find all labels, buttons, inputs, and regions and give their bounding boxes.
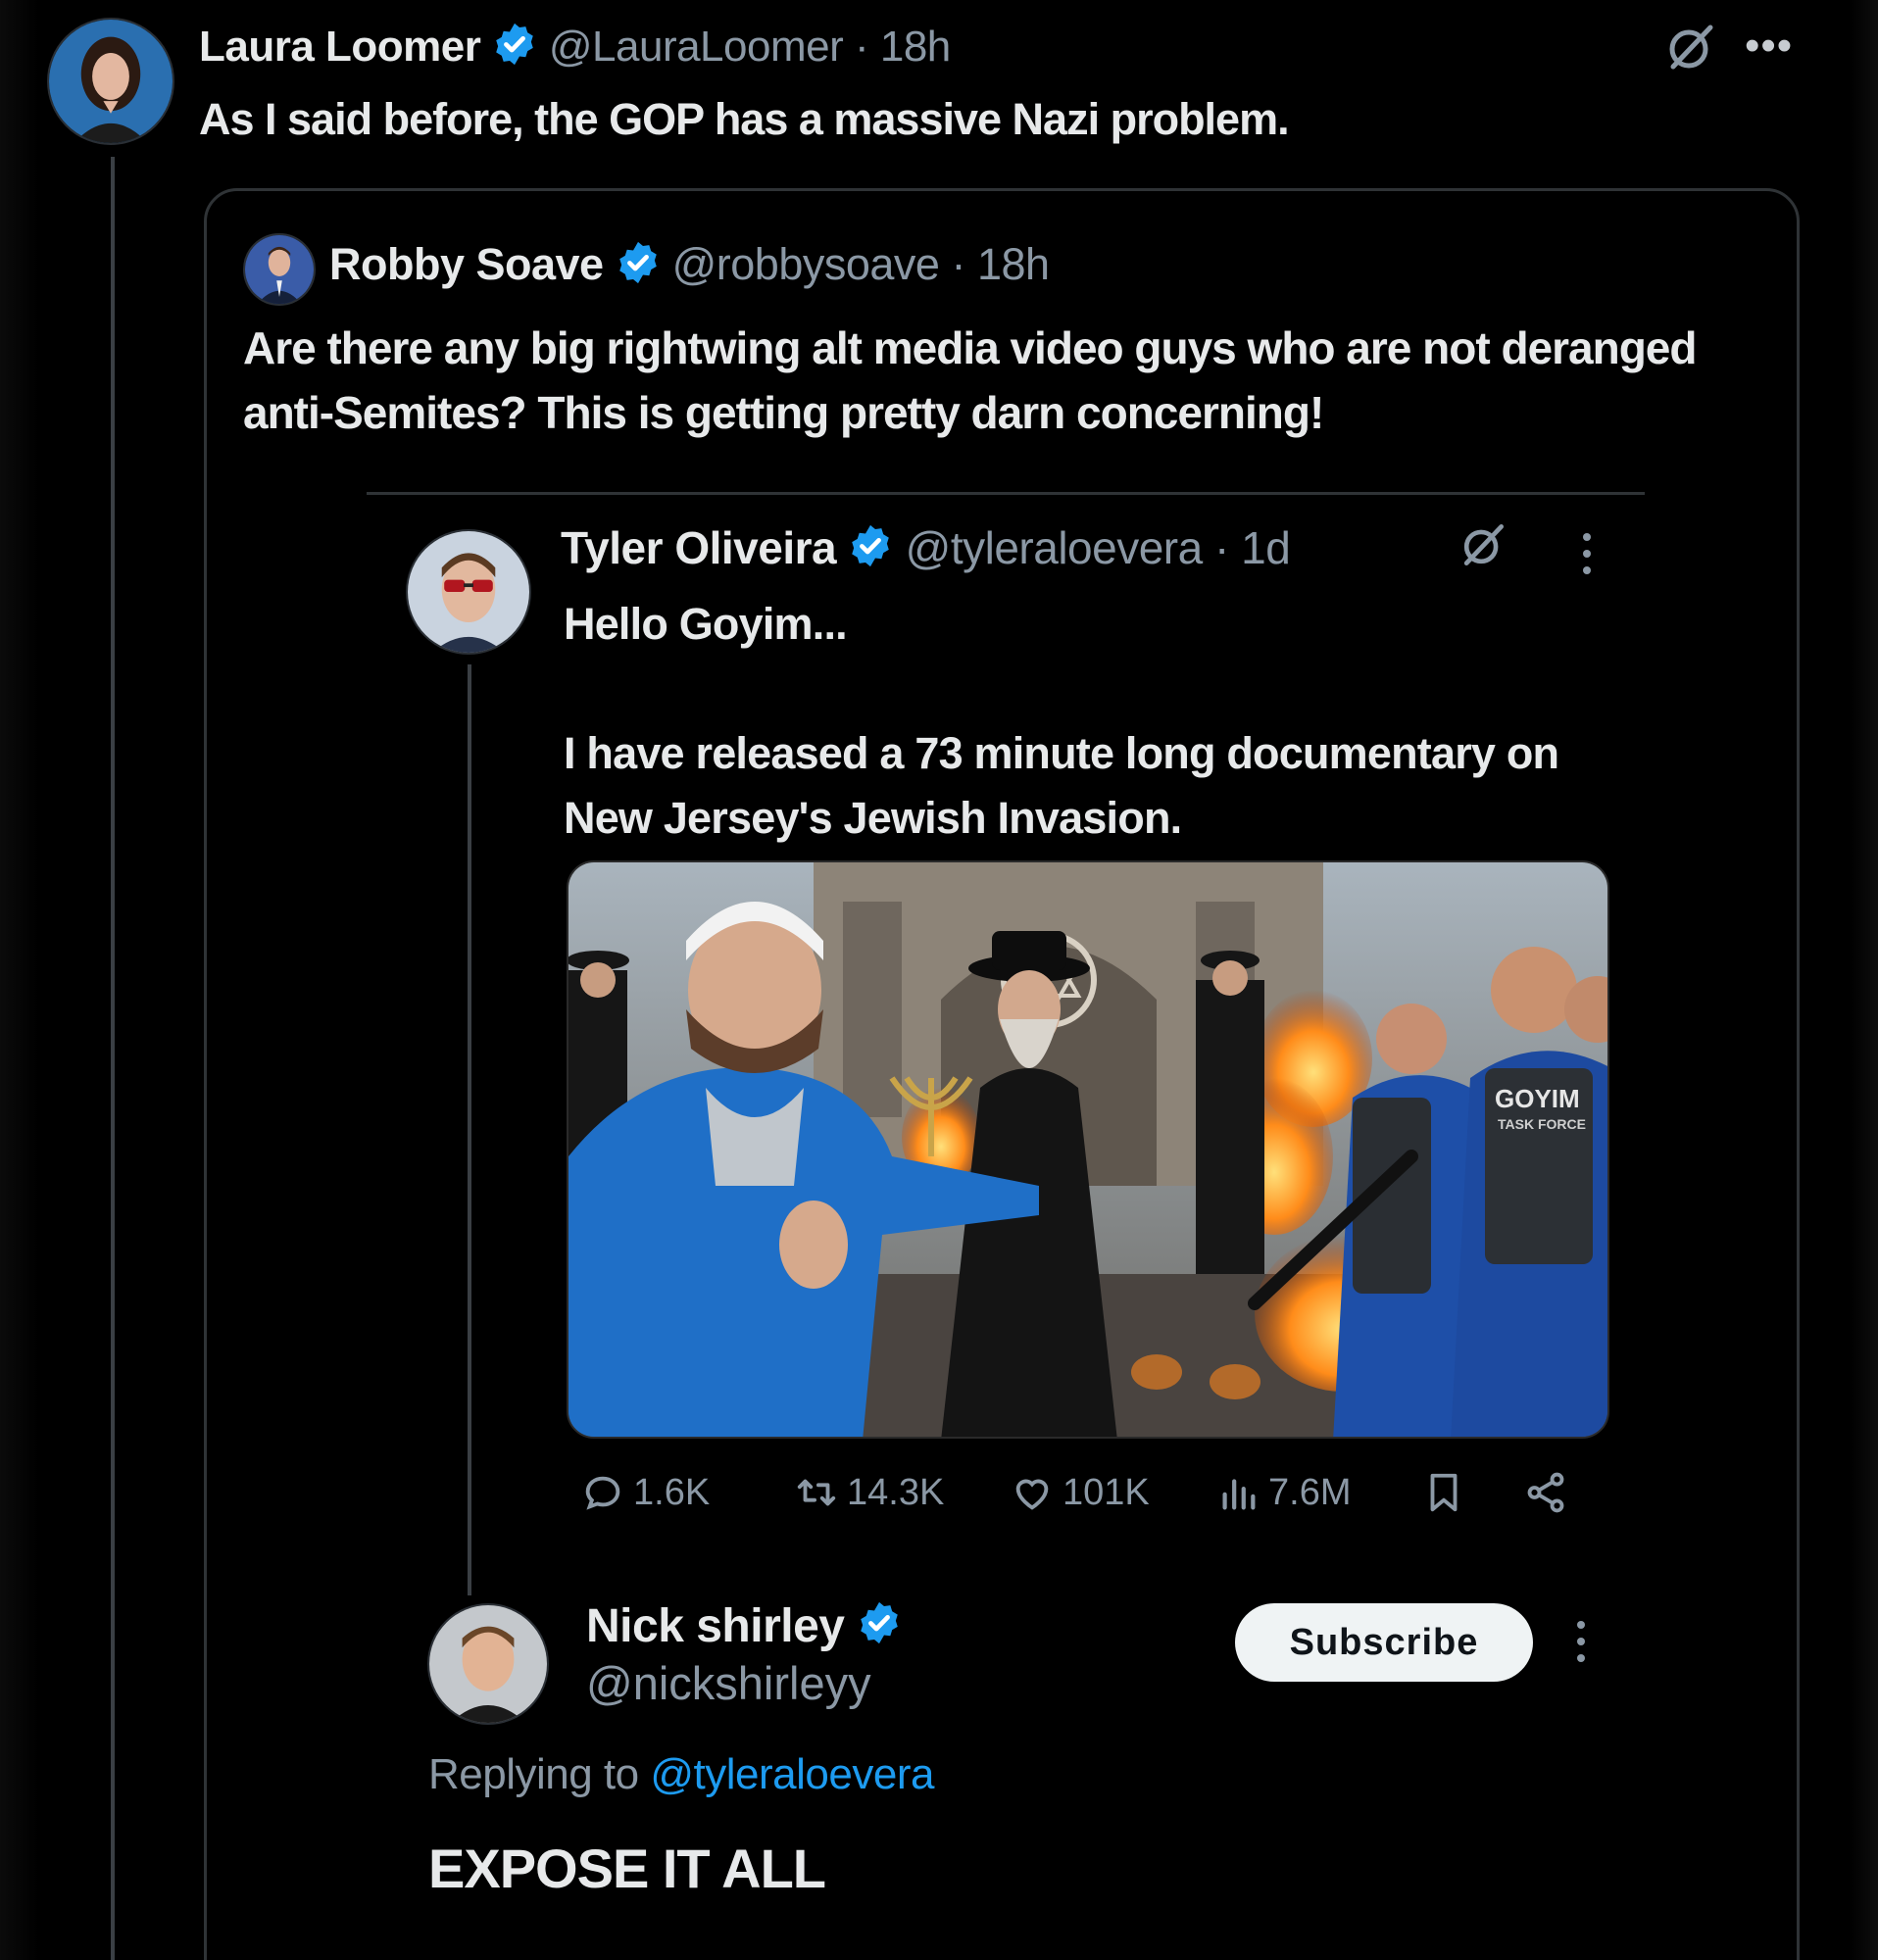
bookmark-button[interactable] [1421,1470,1466,1515]
robby-avatar[interactable] [243,233,316,306]
replying-to-label: Replying to [428,1750,639,1798]
nick-reply-text: EXPOSE IT ALL [428,1838,826,1899]
dot-separator: · [843,23,880,72]
more-options-icon[interactable]: ••• [1745,22,1793,71]
thread-line [111,157,115,1960]
dot-separator: · [939,239,977,289]
verified-badge-icon [848,523,893,579]
share-button[interactable] [1523,1470,1568,1515]
robby-header: Robby Soave @robbysoave · 18h [329,239,1050,296]
robby-tweet-text: Are there any big rightwing alt media vi… [243,322,1698,438]
robby-handle[interactable]: @robbysoave [672,239,940,289]
views-button[interactable]: 7.6M [1215,1470,1351,1515]
more-options-icon[interactable] [1572,529,1602,578]
reply-button[interactable]: 1.6K [580,1470,710,1515]
media-vest-text: GOYIM [1495,1084,1580,1113]
grok-icon[interactable] [1456,517,1510,572]
tweet-action-bar: 1.6K 14.3K 101K 7.6M [580,1470,1600,1529]
tyler-time[interactable]: 1d [1241,522,1291,573]
view-count: 7.6M [1268,1471,1352,1513]
reply-icon [585,1476,620,1510]
monitor-bezel-right [1849,0,1878,1960]
grok-icon[interactable] [1661,18,1720,76]
verified-badge-icon [616,240,661,296]
repost-button[interactable]: 14.3K [794,1470,944,1515]
heart-icon [1015,1479,1049,1510]
more-options-icon[interactable] [1566,1617,1596,1666]
nick-avatar[interactable] [427,1603,549,1725]
dot-separator: · [1202,522,1242,573]
laura-avatar[interactable] [47,18,174,145]
embed-divider [367,492,1645,495]
nick-name-row: Nick shirley [586,1599,902,1657]
tweet-media-image[interactable]: GOYIM TASK FORCE [567,860,1609,1439]
laura-handle[interactable]: @LauraLoomer [549,23,844,71]
tyler-avatar[interactable] [406,529,531,655]
laura-time[interactable]: 18h [880,23,951,71]
share-icon [1527,1472,1564,1513]
laura-header: Laura Loomer @LauraLoomer · 18h [199,22,951,77]
verified-badge-icon [492,22,537,77]
verified-badge-icon [857,1600,902,1657]
nick-handle[interactable]: @nickshirleyy [586,1656,871,1710]
repost-count: 14.3K [847,1471,945,1513]
laura-name[interactable]: Laura Loomer [199,23,481,71]
reply-count: 1.6K [633,1471,711,1513]
robby-name[interactable]: Robby Soave [329,239,604,289]
like-button[interactable]: 101K [1010,1470,1150,1515]
bookmark-icon [1430,1473,1458,1512]
replying-to-mention[interactable]: @tyleraloevera [650,1750,934,1798]
tyler-header: Tyler Oliveira @tyleraloevera · 1d [561,521,1291,579]
media-vest-subtext: TASK FORCE [1498,1116,1586,1132]
thread-line [468,664,471,1595]
laura-tweet-text: As I said before, the GOP has a massive … [199,94,1290,144]
analytics-icon [1222,1479,1256,1510]
tyler-name[interactable]: Tyler Oliveira [561,522,837,573]
tyler-tweet-text: Hello Goyim... I have released a 73 minu… [564,599,1559,843]
subscribe-button[interactable]: Subscribe [1235,1603,1533,1682]
tyler-handle[interactable]: @tyleraloevera [906,522,1204,573]
robby-time[interactable]: 18h [977,239,1050,289]
repost-icon [797,1479,836,1506]
monitor-bezel-left [0,0,39,1960]
replying-to-line: Replying to @tyleraloevera [428,1750,934,1799]
nick-name[interactable]: Nick shirley [586,1600,845,1652]
like-count: 101K [1063,1471,1150,1513]
